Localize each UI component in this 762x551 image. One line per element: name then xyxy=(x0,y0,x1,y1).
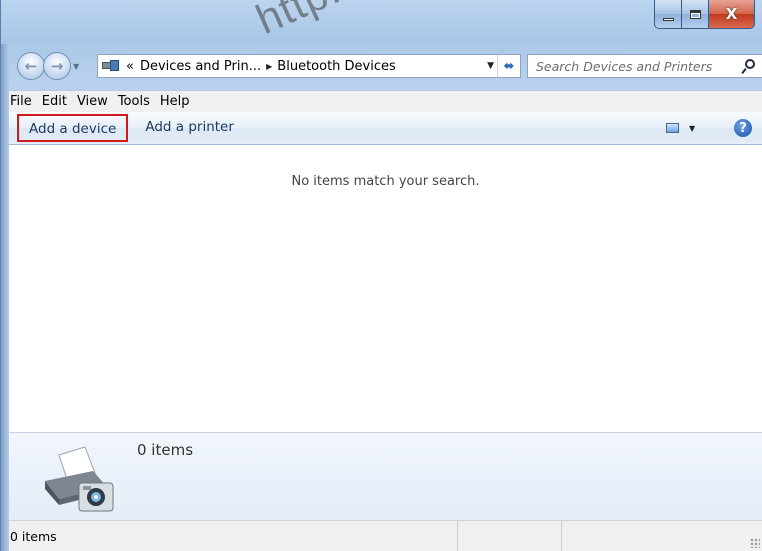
refresh-button[interactable]: ⬌ xyxy=(497,55,520,77)
menu-bar: File Edit View Tools Help xyxy=(9,90,762,112)
minimize-icon xyxy=(662,17,674,21)
refresh-icon: ⬌ xyxy=(503,58,515,74)
navigation-buttons: ← → ▼ xyxy=(17,52,83,80)
explorer-window: http://w... X ← → ▼ « Devices and Prin..… xyxy=(0,0,762,551)
back-button[interactable]: ← xyxy=(17,52,45,80)
add-printer-button[interactable]: Add a printer xyxy=(135,114,244,142)
printer-camera-icon xyxy=(45,446,114,512)
client-area: File Edit View Tools Help Add a device A… xyxy=(9,90,762,551)
forward-arrow-icon: → xyxy=(50,57,64,75)
empty-message: No items match your search. xyxy=(291,174,480,189)
breadcrumb-devices-and-printers[interactable]: Devices and Prin... xyxy=(140,59,261,74)
view-dropdown-icon[interactable]: ▼ xyxy=(689,124,695,133)
breadcrumb-bluetooth-devices[interactable]: Bluetooth Devices xyxy=(277,59,395,74)
watermark-text: http://w... xyxy=(249,0,432,44)
menu-help[interactable]: Help xyxy=(155,92,195,112)
title-bar[interactable]: http://w... X xyxy=(1,0,762,44)
menu-view[interactable]: View xyxy=(72,92,113,112)
window-left-border xyxy=(1,44,9,551)
devices-folder-icon xyxy=(102,59,120,73)
resize-grip-icon[interactable] xyxy=(750,538,760,548)
items-view[interactable]: No items match your search. xyxy=(9,146,762,432)
menu-tools[interactable]: Tools xyxy=(113,92,155,112)
close-button[interactable]: X xyxy=(709,0,755,29)
maximize-button[interactable] xyxy=(682,0,709,29)
menu-edit[interactable]: Edit xyxy=(37,92,72,112)
status-item-count: 0 items xyxy=(9,521,458,551)
maximize-icon xyxy=(689,9,701,19)
details-item-count: 0 items xyxy=(137,441,194,459)
breadcrumb-overflow[interactable]: « xyxy=(126,59,134,74)
search-icon[interactable] xyxy=(741,58,756,74)
add-device-button[interactable]: Add a device xyxy=(17,114,129,142)
help-button[interactable]: ? xyxy=(734,119,752,137)
forward-button[interactable]: → xyxy=(43,52,71,80)
menu-file[interactable]: File xyxy=(9,92,37,112)
address-history-dropdown-icon[interactable]: ▼ xyxy=(487,61,494,71)
chevron-down-icon: ▼ xyxy=(73,61,80,71)
search-placeholder[interactable]: Search Devices and Printers xyxy=(536,59,712,74)
view-icon xyxy=(666,123,679,133)
caption-buttons: X xyxy=(654,0,755,29)
status-cell xyxy=(458,521,562,551)
status-bar: 0 items xyxy=(9,520,762,551)
change-view-button[interactable]: ▼ xyxy=(666,121,696,135)
search-box[interactable]: Search Devices and Printers xyxy=(527,54,762,78)
recent-pages-dropdown[interactable]: ▼ xyxy=(73,62,83,71)
back-arrow-icon: ← xyxy=(24,57,38,75)
close-icon: X xyxy=(725,5,738,23)
minimize-button[interactable] xyxy=(654,0,682,29)
address-bar[interactable]: « Devices and Prin... ▶ Bluetooth Device… xyxy=(97,54,521,78)
command-bar: Add a device Add a printer ▼ ? xyxy=(9,112,762,145)
breadcrumb-separator-icon[interactable]: ▶ xyxy=(266,62,272,71)
details-pane: 0 items xyxy=(9,432,762,520)
